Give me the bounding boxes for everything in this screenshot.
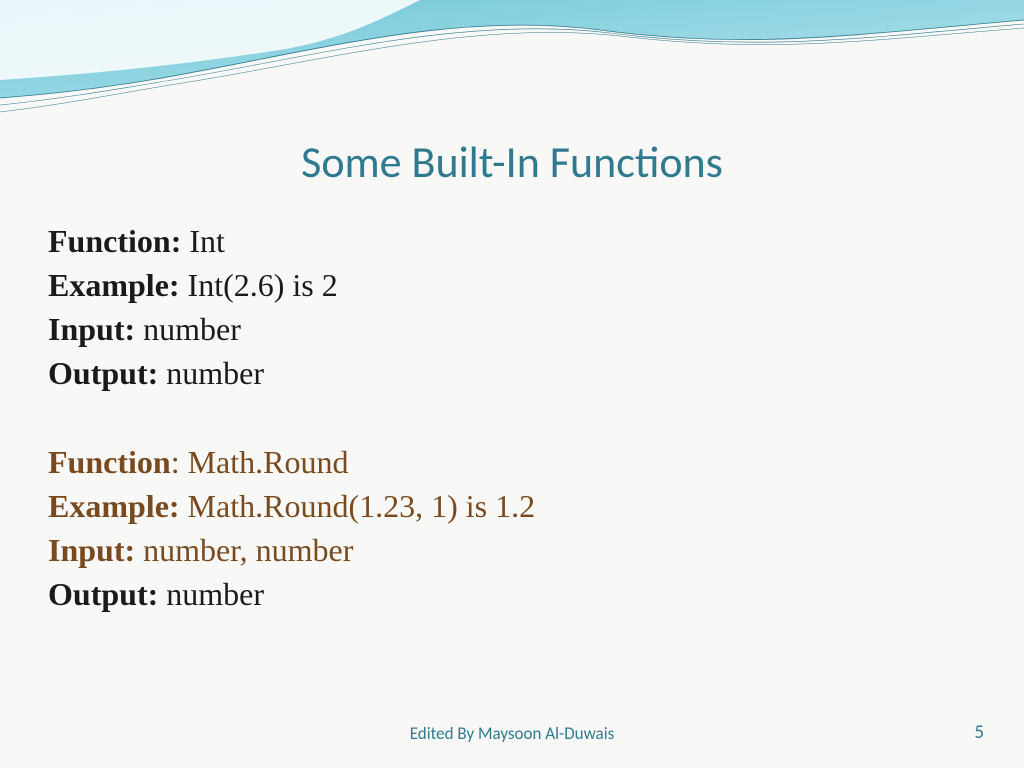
slide-footer: Edited By Maysoon Al-Duwais	[0, 723, 1024, 744]
slide-title: Some Built-In Functions	[0, 135, 1024, 189]
block1-output-line: Output: number	[48, 351, 976, 395]
block1-example-line: Example: Int(2.6) is 2	[48, 263, 976, 307]
block2-function-line: Function: Math.Round	[48, 440, 976, 484]
function-value: Math.Round	[188, 444, 349, 480]
slide-body: Function: Int Example: Int(2.6) is 2 Inp…	[0, 219, 1024, 616]
input-label: Input:	[48, 311, 143, 347]
function-value: Int	[189, 223, 225, 259]
function-label: Function	[48, 444, 171, 480]
function-label: Function:	[48, 223, 189, 259]
example-value: Math.Round(1.23, 1) is 1.2	[188, 488, 536, 524]
output-label: Output:	[48, 355, 166, 391]
example-label: Example:	[48, 488, 188, 524]
input-value: number, number	[143, 532, 353, 568]
input-value: number	[143, 311, 241, 347]
page-number: 5	[974, 721, 984, 744]
block2-output-line: Output: number	[48, 572, 976, 616]
output-value: number	[166, 355, 264, 391]
block2-example-line: Example: Math.Round(1.23, 1) is 1.2	[48, 484, 976, 528]
output-value: number	[166, 576, 264, 612]
output-label: Output:	[48, 576, 166, 612]
footer-text: Edited By Maysoon Al-Duwais	[410, 723, 615, 744]
input-label: Input:	[48, 532, 143, 568]
example-value: Int(2.6) is 2	[188, 267, 338, 303]
function-sep: :	[171, 444, 188, 480]
block1-input-line: Input: number	[48, 307, 976, 351]
block1-function-line: Function: Int	[48, 219, 976, 263]
example-label: Example:	[48, 267, 188, 303]
block2-input-line: Input: number, number	[48, 528, 976, 572]
